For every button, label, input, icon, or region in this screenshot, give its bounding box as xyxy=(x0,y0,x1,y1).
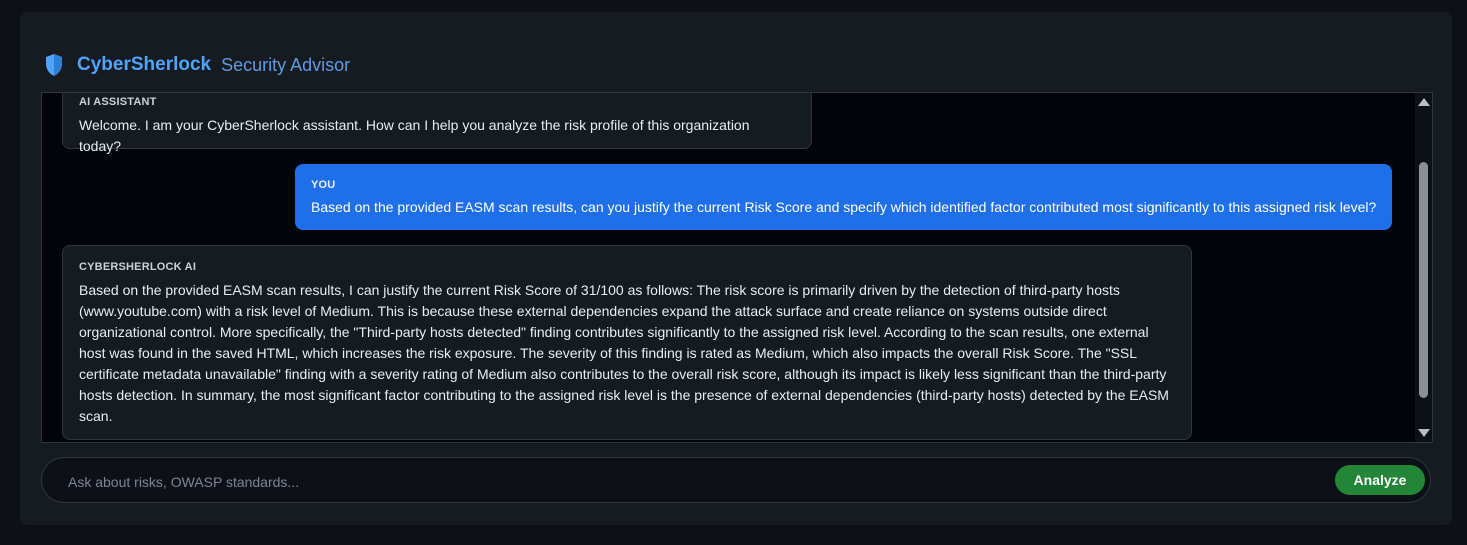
brand-name: CyberSherlock xyxy=(77,54,212,75)
scroll-down-arrow-icon[interactable] xyxy=(1418,429,1430,437)
advisor-panel: CyberSherlock Security Advisor AI ASSIST… xyxy=(20,12,1452,525)
message-author: YOU xyxy=(311,179,336,191)
analyze-button[interactable]: Analyze xyxy=(1335,465,1425,495)
scroll-up-arrow-icon[interactable] xyxy=(1418,98,1430,106)
shield-icon xyxy=(46,54,62,76)
user-message: YOU Based on the provided EASM scan resu… xyxy=(295,164,1392,230)
panel-header: CyberSherlock Security Advisor xyxy=(44,50,350,80)
composer: Analyze xyxy=(41,457,1431,503)
chat-scrollbar[interactable] xyxy=(1415,93,1432,442)
message-text: Welcome. I am your CyberSherlock assista… xyxy=(79,117,750,154)
scroll-thumb[interactable] xyxy=(1419,162,1428,398)
assistant-message: CYBERSHERLOCK AI Based on the provided E… xyxy=(62,245,1192,440)
message-author: CYBERSHERLOCK AI xyxy=(79,261,197,273)
chat-input[interactable] xyxy=(66,470,1310,494)
assistant-message: AI ASSISTANT Welcome. I am your CyberShe… xyxy=(62,93,812,154)
message-text: Based on the provided EASM scan results,… xyxy=(79,282,1169,424)
chat-log[interactable]: AI ASSISTANT Welcome. I am your CyberShe… xyxy=(41,92,1433,443)
message-text: Based on the provided EASM scan results,… xyxy=(311,199,1377,215)
message-author: AI ASSISTANT xyxy=(79,96,157,108)
page-subtitle: Security Advisor xyxy=(221,54,351,75)
